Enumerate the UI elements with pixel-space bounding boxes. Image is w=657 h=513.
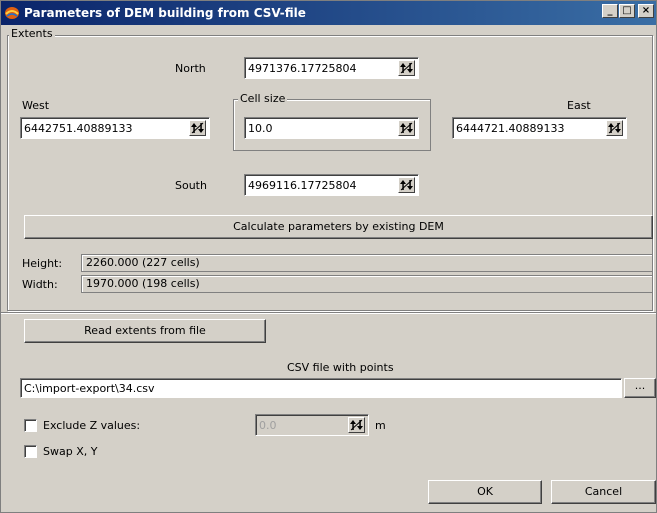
west-spinbox[interactable]: 6442751.40889133 [20,117,210,139]
cell-size-spin-button[interactable] [398,120,415,136]
cell-size-spinbox[interactable]: 10.0 [244,117,419,139]
browse-button[interactable]: ... [624,378,656,398]
dialog-window: Parameters of DEM building from CSV-file… [0,0,657,513]
south-value: 4969116.17725804 [248,179,357,192]
dialog-content: Extents North 4971376.17725804 West 6442… [1,25,656,512]
csv-path-field[interactable]: C:\import-export\34.csv [20,378,622,398]
csv-label: CSV file with points [287,361,394,374]
exclude-z-spin-button[interactable] [348,417,365,433]
dem-app-icon [5,7,19,19]
north-spinbox[interactable]: 4971376.17725804 [244,57,419,79]
maximize-icon: □ [622,5,632,16]
csv-path-value: C:\import-export\34.csv [24,382,155,395]
swap-xy-box[interactable] [24,445,37,458]
north-value: 4971376.17725804 [248,62,357,75]
west-label: West [22,99,50,112]
north-label: North [175,62,206,75]
close-button[interactable]: × [638,4,654,18]
calculate-parameters-button[interactable]: Calculate parameters by existing DEM [24,215,653,239]
close-icon: × [641,5,651,16]
cell-size-label: Cell size [238,92,288,105]
width-value: 1970.000 (198 cells) [86,277,200,290]
minimize-button[interactable]: _ [602,4,618,18]
west-value: 6442751.40889133 [24,122,133,135]
extents-group-title: Extents [9,27,55,40]
height-label: Height: [22,257,63,270]
cell-size-value: 10.0 [248,122,273,135]
south-spinbox[interactable]: 4969116.17725804 [244,174,419,196]
exclude-z-value: 0.0 [259,419,277,432]
ok-button[interactable]: OK [428,480,542,504]
unit-label: m [375,419,386,432]
spin-arrows-icon [400,122,413,134]
exclude-z-spinbox[interactable]: 0.0 [255,414,369,436]
spin-arrows-icon [400,62,413,74]
spin-arrows-icon [608,122,621,134]
exclude-z-label: Exclude Z values: [43,419,141,432]
window-title: Parameters of DEM building from CSV-file [24,6,306,20]
north-spin-button[interactable] [398,60,415,76]
east-spinbox[interactable]: 6444721.40889133 [452,117,627,139]
south-label: South [175,179,207,192]
east-value: 6444721.40889133 [456,122,565,135]
section-divider [1,312,656,314]
minimize-icon: _ [607,5,613,16]
read-extents-button[interactable]: Read extents from file [24,319,266,343]
width-display: 1970.000 (198 cells) [81,275,653,293]
west-spin-button[interactable] [189,120,206,136]
east-label: East [567,99,591,112]
cancel-button[interactable]: Cancel [551,480,656,504]
height-display: 2260.000 (227 cells) [81,254,653,272]
title-bar[interactable]: Parameters of DEM building from CSV-file… [1,1,656,25]
swap-xy-label: Swap X, Y [43,445,98,458]
maximize-button[interactable]: □ [619,4,635,18]
spin-arrows-icon [400,179,413,191]
ellipsis-icon: ... [634,379,646,392]
spin-arrows-icon [350,419,363,431]
width-label: Width: [22,278,58,291]
height-value: 2260.000 (227 cells) [86,256,200,269]
south-spin-button[interactable] [398,177,415,193]
spin-arrows-icon [191,122,204,134]
east-spin-button[interactable] [606,120,623,136]
exclude-z-box[interactable] [24,419,37,432]
